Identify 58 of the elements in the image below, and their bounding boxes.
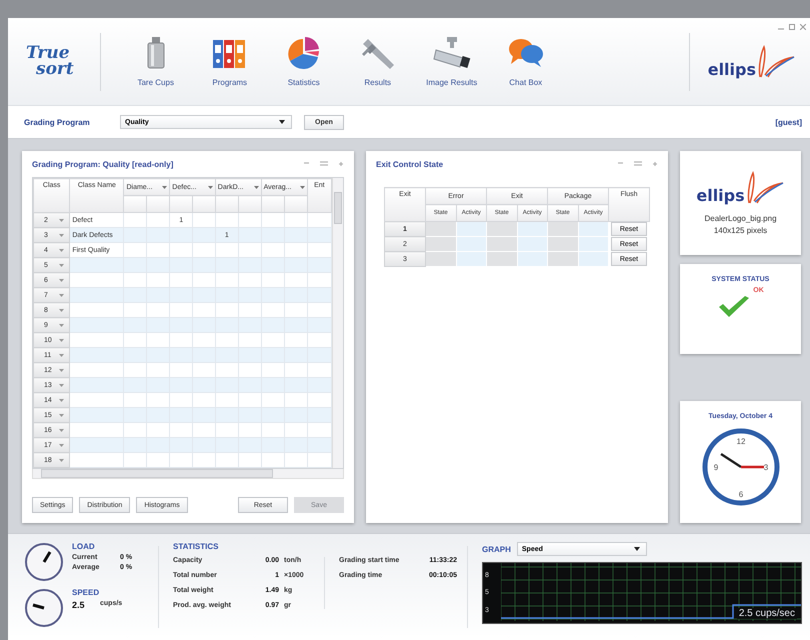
- caret-icon[interactable]: [59, 444, 64, 446]
- caret-icon[interactable]: [59, 248, 64, 252]
- gauge-icon: [24, 588, 64, 628]
- horizontal-scrollbar[interactable]: [32, 469, 344, 479]
- caret-icon[interactable]: [59, 428, 64, 432]
- caret-icon[interactable]: [254, 186, 259, 188]
- truesort-logo: True sort: [26, 46, 74, 77]
- caret-icon[interactable]: [59, 384, 64, 386]
- toolbar-button[interactable]: Results: [344, 36, 411, 87]
- caret-icon[interactable]: [59, 354, 64, 356]
- caret-icon[interactable]: [300, 186, 305, 188]
- grading-program-label: Grading Program: [24, 118, 91, 126]
- dropdown-arrow-icon: [279, 120, 285, 124]
- image-size: 140x125 pixels: [714, 226, 768, 235]
- caret-icon[interactable]: [59, 264, 64, 266]
- toolbar-button[interactable]: Statistics: [270, 36, 337, 87]
- file-name: DealerLogo_big.png: [704, 214, 777, 223]
- load-title: LOAD: [72, 542, 96, 551]
- caret-icon[interactable]: [59, 414, 64, 416]
- graph-title: GRAPH: [482, 544, 511, 554]
- vertical-scrollbar[interactable]: [332, 178, 343, 468]
- panel-controls-icon[interactable]: [304, 161, 344, 167]
- checkmark-icon: [717, 295, 752, 319]
- camera-icon: [432, 36, 471, 70]
- caret-icon[interactable]: [162, 186, 168, 188]
- user-label: [guest]: [775, 118, 802, 126]
- caret-icon[interactable]: [59, 368, 64, 372]
- panel-title: Grading Program: Quality [read-only]: [32, 160, 174, 168]
- toolbar-button[interactable]: Programs: [196, 36, 263, 87]
- panel-controls-icon[interactable]: [618, 161, 658, 167]
- caret-icon[interactable]: [59, 398, 64, 402]
- caret-icon[interactable]: [208, 186, 213, 188]
- pie-chart-icon: [286, 36, 321, 70]
- caret-icon[interactable]: [59, 458, 64, 462]
- statistics-title: STATISTICS: [173, 542, 220, 551]
- graph-reading: 2.5 cups/sec: [736, 608, 797, 619]
- clock-drawing: 12 3 6 9: [702, 428, 780, 506]
- close-icon[interactable]: [800, 24, 806, 30]
- toolbar-button[interactable]: Tare Cups: [122, 36, 189, 87]
- gauge-icon: [24, 542, 64, 582]
- caret-icon[interactable]: [59, 278, 64, 282]
- maximize-icon[interactable]: [789, 24, 795, 30]
- chat-bubbles-icon: [506, 36, 545, 70]
- dropdown-arrow-icon: [634, 547, 640, 551]
- toolbar-button[interactable]: Image Results: [418, 36, 485, 87]
- panel-title: Exit Control State: [376, 160, 444, 168]
- ellips-logo: ellips: [708, 44, 796, 78]
- caliper-icon: [360, 36, 396, 70]
- speed-value: 2.5: [72, 600, 86, 610]
- caret-icon[interactable]: [59, 324, 64, 326]
- caret-icon[interactable]: [59, 294, 64, 296]
- toolbar-button[interactable]: Chat Box: [492, 36, 559, 87]
- caret-icon[interactable]: [59, 338, 64, 342]
- caret-icon[interactable]: [59, 308, 64, 312]
- caret-icon[interactable]: [59, 218, 64, 222]
- caret-icon[interactable]: [59, 234, 64, 236]
- ellips-logo: ellips: [696, 171, 785, 205]
- speed-title: SPEED: [72, 588, 100, 597]
